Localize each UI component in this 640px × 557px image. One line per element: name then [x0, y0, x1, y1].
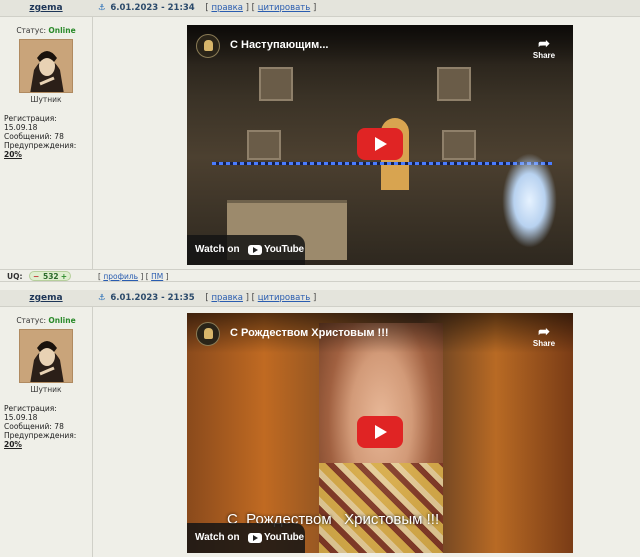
forum-post: zgema ⚓ 6.01.2023 - 21:35 [ правка ] [ ц…: [0, 290, 640, 557]
play-button[interactable]: [357, 128, 403, 160]
column-divider: [92, 17, 93, 269]
play-button[interactable]: [357, 416, 403, 448]
quote-link[interactable]: цитировать: [258, 293, 311, 303]
uq-label: UQ:: [7, 272, 23, 281]
reg-label: Регистрация:: [4, 114, 57, 123]
window-decor: [442, 130, 476, 160]
channel-avatar-icon[interactable]: [196, 322, 220, 346]
watch-on-label: Watch on: [195, 244, 240, 255]
avatar[interactable]: [19, 39, 73, 93]
anchor-icon[interactable]: ⚓: [98, 293, 106, 303]
share-button[interactable]: ➦ Share: [529, 35, 559, 61]
messages-value: 78: [54, 132, 64, 141]
user-status: Статус: Online: [0, 26, 92, 35]
post-actions: [ правка ] [ цитировать ]: [205, 3, 317, 13]
window-decor: [247, 130, 281, 160]
post-date: 6.01.2023 - 21:34: [110, 3, 195, 13]
watch-on-youtube-button[interactable]: Watch on YouTube: [187, 235, 305, 265]
post-header: zgema ⚓ 6.01.2023 - 21:34 [ правка ] [ ц…: [0, 0, 640, 17]
light-deer: [502, 153, 557, 248]
youtube-label: YouTube: [264, 244, 304, 255]
user-rank: Шутник: [30, 95, 62, 104]
forum-post: zgema ⚓ 6.01.2023 - 21:34 [ правка ] [ ц…: [0, 0, 640, 269]
messages-label: Сообщений:: [4, 132, 52, 141]
user-stats: Регистрация: 15.09.18 Сообщений: 78 Пред…: [4, 114, 92, 159]
uq-plus-button[interactable]: +: [61, 272, 67, 281]
status-online: Online: [48, 26, 76, 35]
user-stats: Регистрация: 15.09.18 Сообщений: 78 Пред…: [4, 404, 92, 449]
youtube-logo-icon: [248, 245, 262, 255]
reg-value: 15.09.18: [4, 413, 38, 422]
warnings-label: Предупреждения:: [4, 431, 77, 440]
status-label: Статус:: [16, 26, 46, 35]
warnings-value[interactable]: 20%: [4, 440, 22, 449]
youtube-logo-icon: [248, 533, 262, 543]
youtube-embed[interactable]: С Наступающим... ➦ Share Watch on YouTube: [187, 25, 573, 265]
watch-on-youtube-button[interactable]: Watch on YouTube: [187, 523, 305, 553]
quote-link[interactable]: цитировать: [258, 3, 311, 13]
uq-rating: − 532 +: [29, 271, 71, 281]
warnings-label: Предупреждения:: [4, 141, 77, 150]
post-actions: [ правка ] [ цитировать ]: [205, 293, 317, 303]
author-sidebar: Статус: Online Шутник Регистрация: 15.09…: [0, 307, 92, 449]
user-reputation-row: UQ: − 532 + [ профиль ] [ ПМ ]: [0, 269, 640, 282]
uq-value: 532: [43, 272, 59, 281]
share-label: Share: [532, 339, 556, 348]
anchor-icon[interactable]: ⚓: [98, 3, 106, 13]
watch-on-label: Watch on: [195, 532, 240, 543]
youtube-label: YouTube: [264, 532, 304, 543]
post-date: 6.01.2023 - 21:35: [110, 293, 195, 303]
status-label: Статус:: [16, 316, 46, 325]
avatar-image: [20, 40, 72, 92]
share-arrow-icon: ➦: [538, 35, 550, 51]
messages-label: Сообщений:: [4, 422, 52, 431]
youtube-embed[interactable]: С Рождеством Христовым !!! ➦ Share С Рожд…: [187, 313, 573, 553]
avatar-image: [20, 330, 72, 382]
share-label: Share: [532, 51, 556, 60]
messages-value: 78: [54, 422, 64, 431]
warnings-value[interactable]: 20%: [4, 150, 22, 159]
user-rank: Шутник: [30, 385, 62, 394]
video-title[interactable]: С Рождеством Христовым !!!: [230, 327, 389, 339]
status-online: Online: [48, 316, 76, 325]
profile-link[interactable]: профиль: [103, 272, 138, 281]
post-meta: ⚓ 6.01.2023 - 21:34 [ правка ] [ цитиров…: [98, 3, 316, 13]
post-meta: ⚓ 6.01.2023 - 21:35 [ правка ] [ цитиров…: [98, 293, 316, 303]
string-lights: [212, 162, 552, 165]
reg-value: 15.09.18: [4, 123, 38, 132]
user-links: [ профиль ] [ ПМ ]: [98, 272, 169, 281]
channel-avatar-icon[interactable]: [196, 34, 220, 58]
edit-link[interactable]: правка: [211, 293, 243, 303]
window-decor: [259, 67, 293, 101]
user-status: Статус: Online: [0, 316, 92, 325]
edit-link[interactable]: правка: [211, 3, 243, 13]
post-header: zgema ⚓ 6.01.2023 - 21:35 [ правка ] [ ц…: [0, 290, 640, 307]
avatar[interactable]: [19, 329, 73, 383]
share-arrow-icon: ➦: [538, 323, 550, 339]
scarf-pattern: [319, 463, 443, 553]
share-button[interactable]: ➦ Share: [529, 323, 559, 349]
pm-link[interactable]: ПМ: [151, 272, 163, 281]
author-name-link[interactable]: zgema: [0, 293, 92, 303]
author-sidebar: Статус: Online Шутник Регистрация: 15.09…: [0, 17, 92, 159]
uq-minus-button[interactable]: −: [33, 272, 39, 281]
window-decor: [437, 67, 471, 101]
column-divider: [92, 307, 93, 557]
author-name-link[interactable]: zgema: [0, 3, 92, 13]
video-title[interactable]: С Наступающим...: [230, 39, 328, 51]
reg-label: Регистрация:: [4, 404, 57, 413]
